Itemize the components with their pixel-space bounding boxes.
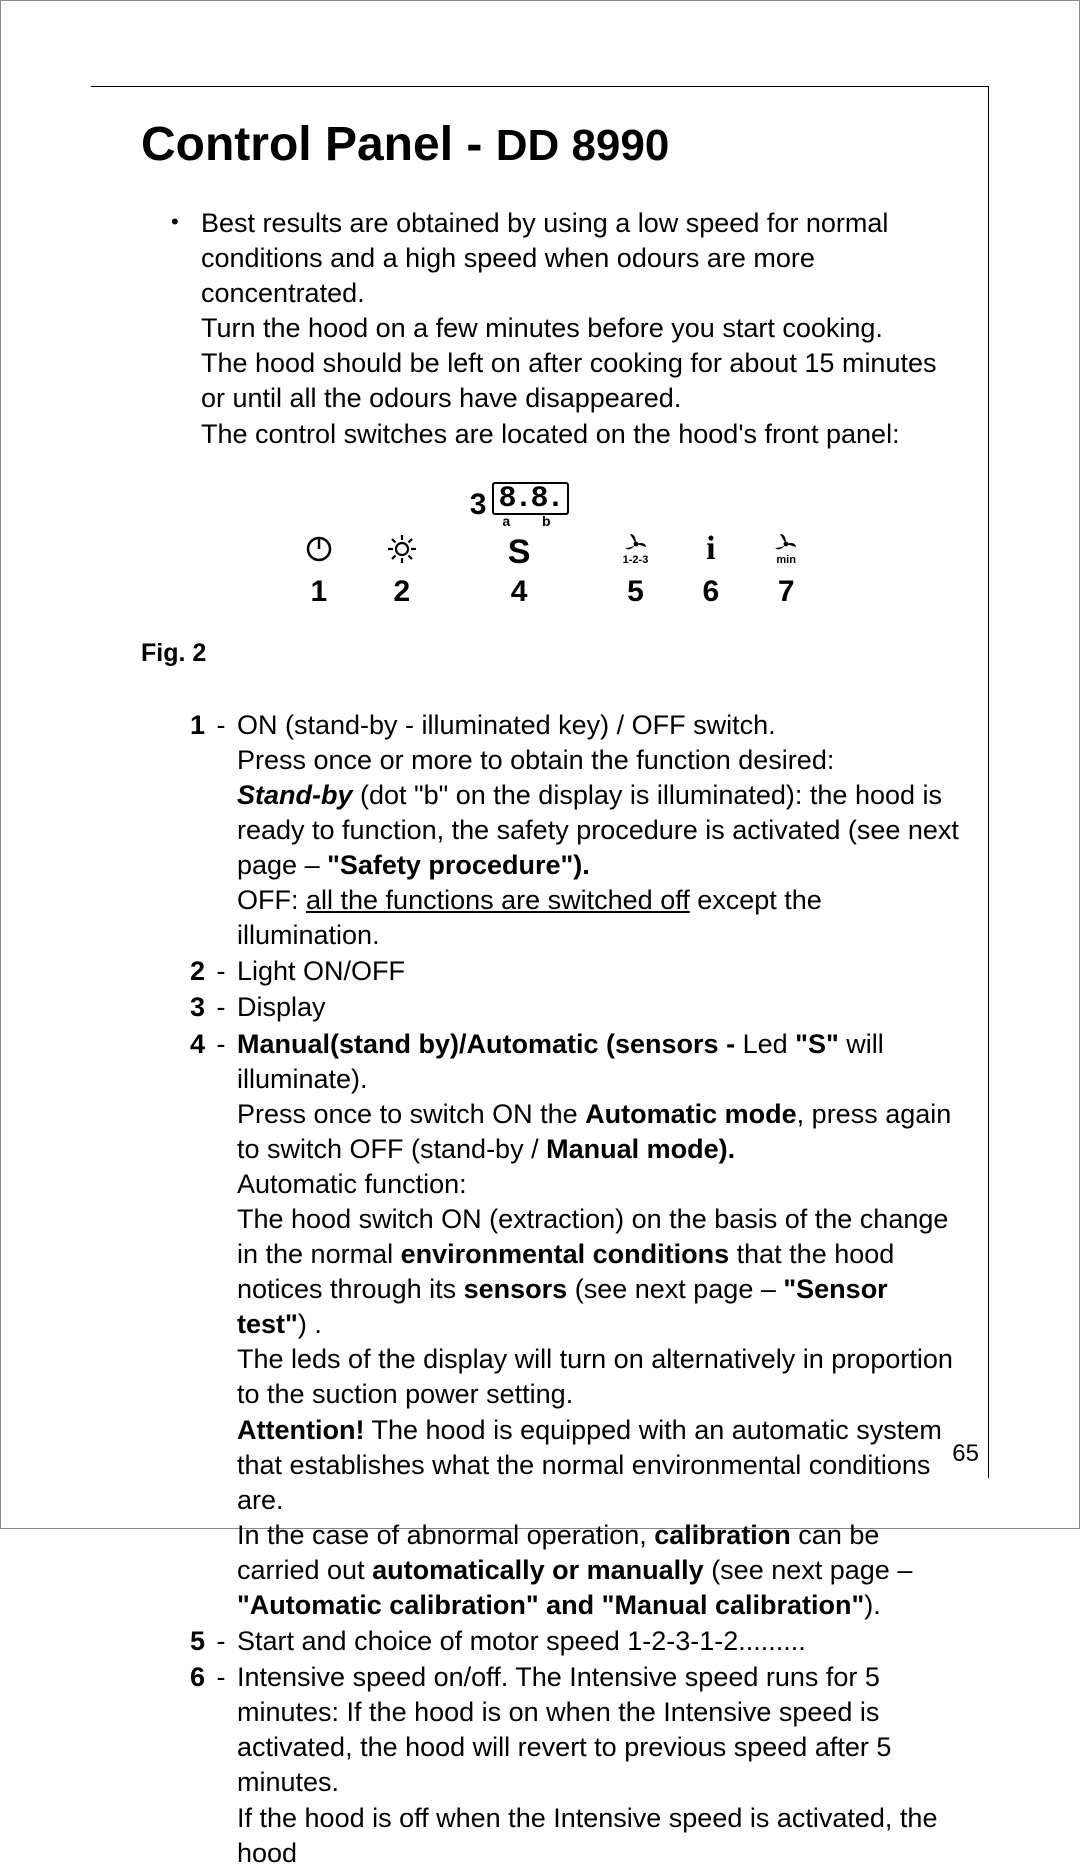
display-ab-label: a b (498, 513, 568, 529)
item-5-desc: Start and choice of motor speed 1-2-3-1-… (237, 1624, 964, 1659)
sensors: sensors (464, 1274, 568, 1304)
env-conditions: environmental conditions (401, 1239, 730, 1269)
panel-key-7: min 7 (771, 527, 801, 609)
calibration-refs: "Automatic calibration" and "Manual cali… (237, 1590, 864, 1620)
panel-label-4: 4 (511, 575, 528, 609)
power-icon (304, 527, 334, 571)
panel-key-3-4: 3 8.8. a b S 4 (470, 482, 569, 609)
item-1-line2: Press once or more to obtain the functio… (237, 745, 834, 775)
sensor-s-icon: S (508, 531, 531, 575)
item-4-t4c: (see next page – (567, 1274, 783, 1304)
item-5-num: 5 (171, 1624, 205, 1659)
item-1-line3b: ). (573, 850, 590, 880)
automatic-mode: Automatic mode (585, 1099, 797, 1129)
item-4-t7a: In the case of abnormal operation, (237, 1520, 654, 1550)
panel-label-2: 2 (393, 575, 410, 609)
page-number: 65 (952, 1440, 979, 1468)
fan-sub-123: 1-2-3 (623, 554, 649, 566)
figure-caption: Fig. 2 (141, 639, 964, 668)
item-6-l1: Intensive speed on/off. The Intensive sp… (237, 1662, 891, 1797)
item-1-desc: ON (stand-by - illuminated key) / OFF sw… (237, 708, 964, 954)
item-5: 5 - Start and choice of motor speed 1-2-… (171, 1624, 964, 1659)
item-4-t7d: ). (864, 1590, 881, 1620)
item-4-t5: The leds of the display will turn on alt… (237, 1344, 953, 1409)
item-4-t1: Led (743, 1029, 796, 1059)
item-4-t4d: ) . (298, 1309, 322, 1339)
intro-paragraph: • Best results are obtained by using a l… (171, 206, 964, 452)
panel-key-5: 1-2-3 5 (621, 527, 651, 609)
item-3-num: 3 (171, 990, 205, 1025)
panel-label-5: 5 (627, 575, 644, 609)
item-4-t7c: (see next page – (704, 1555, 913, 1585)
item-4-desc: Manual(stand by)/Automatic (sensors - Le… (237, 1027, 964, 1624)
dash: - (205, 1624, 237, 1659)
panel-key-2: 2 (386, 527, 418, 609)
item-1-num: 1 (171, 708, 205, 954)
item-2: 2 - Light ON/OFF (171, 954, 964, 989)
auto-manual: automatically or manually (372, 1555, 704, 1585)
intro-text: Best results are obtained by using a low… (201, 206, 964, 452)
dash: - (205, 990, 237, 1025)
title-prefix: Control Panel - (141, 118, 496, 171)
item-6-num: 6 (171, 1660, 205, 1871)
manual-mode: Manual mode). (546, 1134, 735, 1164)
off-label: OFF: (237, 885, 306, 915)
item-4-led-s: "S" (795, 1029, 839, 1059)
definition-list: 1 - ON (stand-by - illuminated key) / OF… (171, 708, 964, 1871)
standby-label: Stand-by (237, 780, 353, 810)
top-rule (91, 86, 989, 87)
title-model: DD 8990 (496, 121, 670, 170)
light-icon (386, 527, 418, 571)
item-2-desc: Light ON/OFF (237, 954, 964, 989)
item-6-l2: If the hood is off when the Intensive sp… (237, 1803, 937, 1868)
item-2-num: 2 (171, 954, 205, 989)
panel-key-6: i 6 (703, 527, 720, 609)
item-1: 1 - ON (stand-by - illuminated key) / OF… (171, 708, 964, 954)
intensive-i-icon: i (706, 527, 715, 571)
item-4-num: 4 (171, 1027, 205, 1624)
item-4-b1: Manual(stand by)/Automatic (sensors - (237, 1029, 743, 1059)
item-1-line1: ON (stand-by - illuminated key) / OFF sw… (237, 710, 776, 740)
item-6: 6 - Intensive speed on/off. The Intensiv… (171, 1660, 964, 1871)
panel-label-7: 7 (778, 575, 795, 609)
panel-label-6: 6 (703, 575, 720, 609)
dash: - (205, 708, 237, 954)
display-icon: 8.8. (492, 482, 568, 515)
figure-2: 1 2 3 8.8. a b (141, 482, 964, 609)
dash: - (205, 1027, 237, 1624)
panel-label-1: 1 (310, 575, 327, 609)
attention-label: Attention! (237, 1415, 364, 1445)
page-title: Control Panel - DD 8990 (141, 117, 964, 172)
item-6-desc: Intensive speed on/off. The Intensive sp… (237, 1660, 964, 1871)
bullet-dot: • (171, 206, 201, 452)
off-underline: all the functions are switched off (306, 885, 690, 915)
panel-label-3: 3 (470, 488, 487, 522)
item-4: 4 - Manual(stand by)/Automatic (sensors … (171, 1027, 964, 1624)
fan-min-icon: min (771, 527, 801, 571)
item-4-t2: Press once to switch ON the (237, 1099, 585, 1129)
dash: - (205, 954, 237, 989)
item-4-t3: Automatic function: (237, 1169, 467, 1199)
fan-icon: 1-2-3 (621, 527, 651, 571)
document-page: Control Panel - DD 8990 • Best results a… (0, 0, 1080, 1529)
safety-procedure-ref: "Safety procedure" (327, 850, 573, 880)
calibration: calibration (654, 1520, 791, 1550)
item-3: 3 - Display (171, 990, 964, 1025)
panel-key-1: 1 (304, 527, 334, 609)
fan-sub-min: min (776, 554, 796, 566)
dash: - (205, 1660, 237, 1871)
item-3-desc: Display (237, 990, 964, 1025)
right-rule (988, 86, 989, 1478)
